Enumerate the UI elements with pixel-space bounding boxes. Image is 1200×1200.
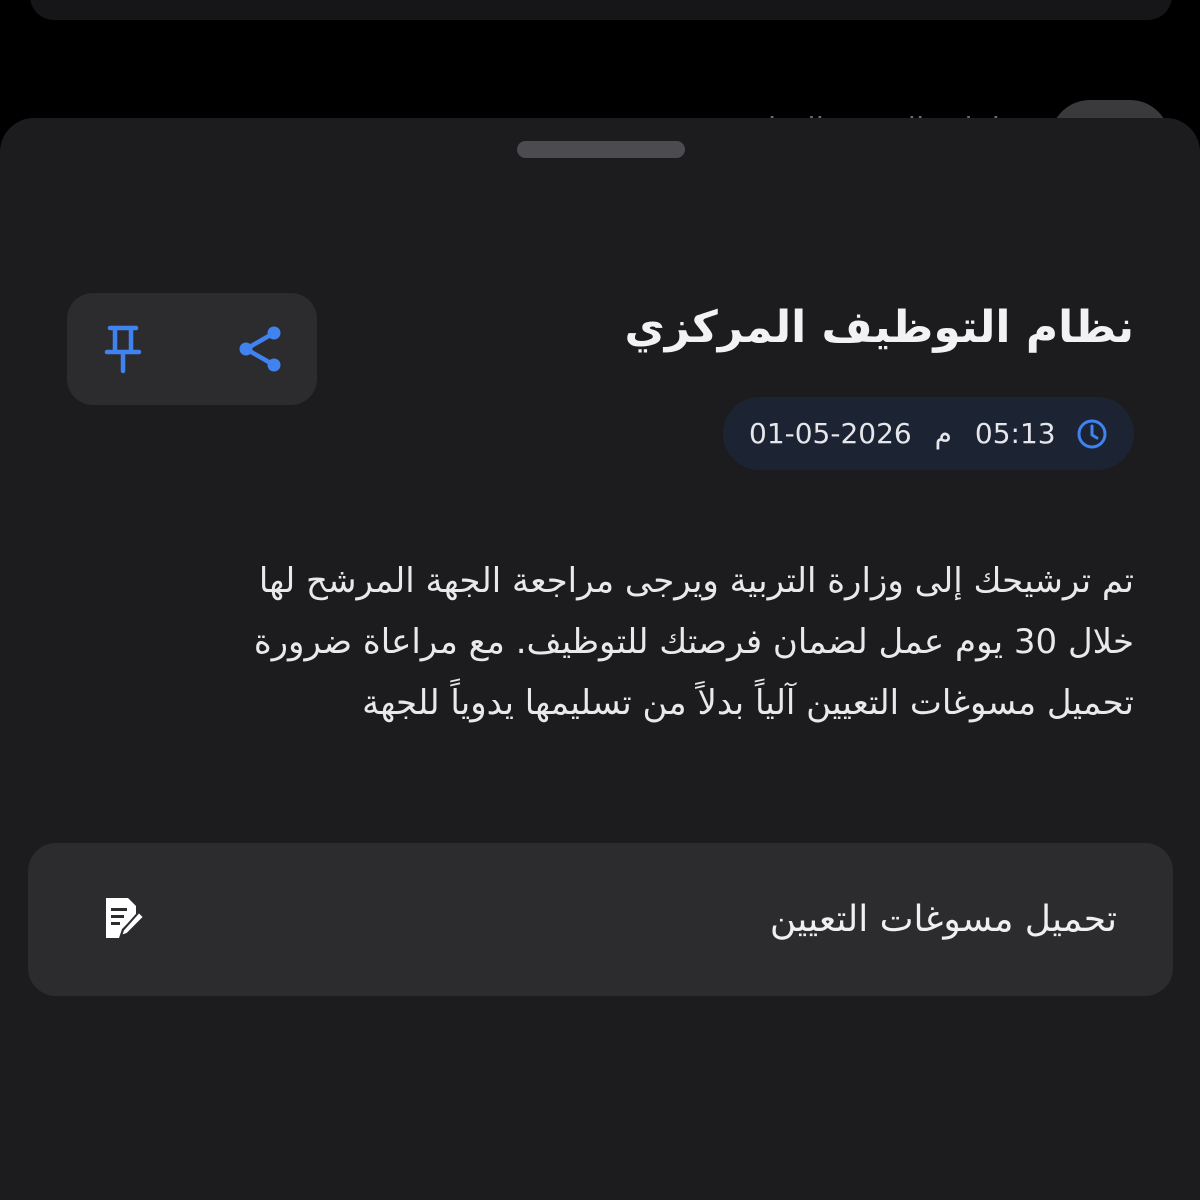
timestamp-text: 01-05-2026 م 05:13 [749,397,1056,470]
sheet-grabber[interactable] [517,141,685,158]
pin-button[interactable] [95,321,151,377]
document-edit-icon [106,898,146,938]
timestamp-date: 01-05-2026 [749,417,912,450]
timestamp-period: م [934,417,952,450]
notification-title: نظام التوظيف المركزي [624,302,1134,353]
body-line: تحميل مسوغات التعيين آلياً بدلاً من تسلي… [362,683,1134,723]
background-card [30,0,1172,20]
timestamp-chip: 01-05-2026 م 05:13 [723,397,1134,470]
body-line: خلال 30 يوم عمل لضمان فرصتك للتوظيف. مع … [253,622,1134,662]
notification-body: تم ترشيحك إلى وزارة التربية ويرجى مراجعة… [94,551,1134,734]
clock-icon [1077,419,1107,449]
action-buttons-group [67,293,317,405]
download-documents-button[interactable]: تحميل مسوغات التعيين [28,843,1173,996]
share-button[interactable] [233,321,289,377]
body-line: تم ترشيحك إلى وزارة التربية ويرجى مراجعة… [258,561,1134,601]
background-peek-text: إعلان الفرصة الوظيفية [600,100,1000,120]
pin-icon [104,325,142,374]
timestamp-time: 05:13 [974,417,1056,450]
download-documents-label: تحميل مسوغات التعيين [769,899,1117,940]
share-icon [239,326,281,372]
notification-sheet: نظام التوظيف المركزي 01-05-2026 م 05:13 … [0,118,1200,1200]
